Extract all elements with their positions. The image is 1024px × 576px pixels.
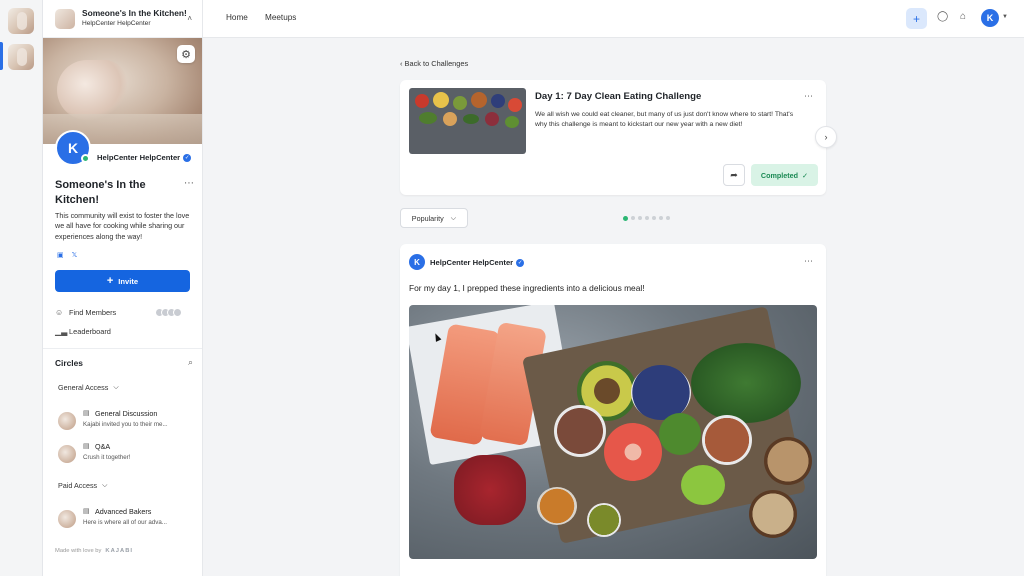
gear-icon[interactable]: ⚙ [177, 45, 195, 63]
more-icon[interactable]: ⋯ [804, 256, 814, 267]
back-to-challenges-link[interactable]: ‹ Back to Challenges [400, 59, 468, 68]
post-author[interactable]: HelpCenter HelpCenter [430, 258, 513, 267]
circles-title: Circles [55, 357, 83, 368]
community-switch-2[interactable] [8, 44, 34, 70]
verified-icon: ✓ [516, 259, 525, 267]
sort-dropdown[interactable]: Popularity ⌵ [400, 208, 468, 228]
search-icon[interactable]: ⌕ [188, 357, 193, 368]
member-avatars [155, 308, 182, 317]
more-icon[interactable]: ⋯ [184, 178, 195, 189]
completed-button[interactable]: Completed ✓ [751, 164, 818, 186]
share-icon[interactable]: ➦ [723, 164, 745, 186]
leaderboard-icon: ▁▃ [55, 327, 68, 336]
pager-dot[interactable] [638, 216, 642, 220]
circle-name: General Discussion [95, 409, 158, 418]
circle-item-general-discussion[interactable]: ▤ General Discussion Kajabi invited you … [58, 409, 198, 433]
leaderboard-link[interactable]: ▁▃ Leaderboard [55, 327, 111, 336]
user-menu-avatar[interactable]: K [981, 9, 999, 27]
pager-dot[interactable] [659, 216, 663, 220]
chat-icon[interactable]: ◯ [937, 11, 948, 22]
circle-thumbnail [58, 445, 76, 463]
nav-meetups[interactable]: Meetups [265, 13, 296, 22]
pager-dot[interactable] [666, 216, 670, 220]
chevron-right-icon[interactable]: › [815, 126, 837, 148]
circle-preview: Kajabi invited you to their me... [83, 421, 168, 428]
post-icon: ▤ [83, 443, 90, 450]
circle-thumbnail [58, 510, 76, 528]
active-indicator [0, 42, 3, 70]
community-thumbnail [55, 8, 75, 29]
chevron-left-icon: ‹ [400, 59, 403, 68]
invite-label: Invite [118, 276, 139, 286]
owner-row: K HelpCenter HelpCenter ✓ [55, 130, 192, 166]
completed-label: Completed [760, 170, 799, 180]
owner-name[interactable]: HelpCenter HelpCenter [97, 153, 180, 162]
back-label: Back to Challenges [404, 59, 469, 68]
sort-label: Popularity [411, 213, 444, 223]
pager-dot[interactable] [645, 216, 649, 220]
pager-dot[interactable] [623, 215, 628, 221]
user-icon: ☺ [55, 308, 64, 317]
community-title: Someone's In the Kitchen! [55, 179, 146, 206]
pager-dot[interactable] [631, 216, 635, 220]
verified-icon: ✓ [183, 153, 192, 162]
circle-preview: Crush it together! [83, 454, 131, 461]
pager-dot[interactable] [652, 216, 656, 220]
community-header-owner: HelpCenter HelpCenter [82, 20, 151, 28]
challenge-description: We all wish we could eat cleaner, but ma… [535, 111, 794, 129]
plus-icon: + [106, 275, 114, 287]
post-icon: ▤ [83, 410, 90, 417]
more-icon[interactable]: ⋯ [804, 91, 814, 102]
community-sidebar: Someone's In the Kitchen! HelpCenter Hel… [43, 0, 203, 576]
general-access-toggle[interactable]: General Access ⌵ [58, 383, 119, 392]
divider [43, 348, 202, 349]
twitter-icon[interactable]: 𝕏 [72, 251, 78, 259]
challenge-image [409, 88, 526, 154]
circle-item-advanced-bakers[interactable]: ▤ Advanced Bakers Here is where all of o… [58, 507, 198, 531]
instagram-icon[interactable]: ▣ [57, 251, 64, 259]
avatar[interactable]: K [55, 130, 91, 166]
access-group-label: General Access [58, 383, 109, 392]
chevron-down-icon: ⌵ [450, 213, 457, 222]
community-rail [0, 0, 43, 576]
chevron-up-icon[interactable]: ˄ [187, 14, 192, 23]
leaderboard-label: Leaderboard [69, 327, 111, 336]
post-icon: ▤ [83, 508, 90, 515]
top-navigation: Home Meetups + ◯ ⌂ K ▼ [203, 0, 1024, 38]
avatar[interactable]: K [409, 254, 425, 270]
made-with-label: Made with love by [55, 548, 102, 554]
made-with-footer[interactable]: Made with love by KAJABI [55, 548, 133, 554]
paid-access-toggle[interactable]: Paid Access ⌵ [58, 481, 107, 490]
chevron-down-icon[interactable]: ▼ [1002, 14, 1008, 20]
invite-button[interactable]: + Invite [55, 270, 190, 292]
circle-thumbnail [58, 412, 76, 430]
chevron-down-icon: ⌵ [113, 383, 119, 391]
nav-home[interactable]: Home [226, 13, 248, 22]
find-members-link[interactable]: ☺ Find Members [55, 308, 116, 317]
circle-preview: Here is where all of our adva... [83, 519, 167, 526]
challenge-title[interactable]: Day 1: 7 Day Clean Eating Challenge [535, 91, 701, 102]
bell-icon[interactable]: ⌂ [960, 11, 966, 22]
challenge-pager [623, 215, 670, 221]
access-group-label: Paid Access [58, 481, 98, 490]
circle-item-qa[interactable]: ▤ Q&A Crush it together! [58, 442, 198, 466]
check-icon: ✓ [802, 170, 809, 180]
create-plus-icon[interactable]: + [906, 8, 927, 29]
community-cover-image: ⚙ [43, 38, 202, 144]
community-description: This community will exist to foster the … [55, 211, 190, 241]
chevron-down-icon: ⌵ [102, 481, 108, 489]
find-members-label: Find Members [69, 308, 117, 317]
post-image[interactable] [409, 305, 817, 559]
community-switch-1[interactable] [8, 8, 34, 34]
challenge-card: Day 1: 7 Day Clean Eating Challenge ⋯ We… [400, 80, 826, 195]
circle-name: Advanced Bakers [95, 507, 152, 516]
post-card: K HelpCenter HelpCenter ✓ ⋯ For my day 1,… [400, 244, 826, 576]
kajabi-logo: KAJABI [105, 548, 133, 554]
community-header-title: Someone's In the Kitchen! [82, 8, 187, 19]
online-status-dot [81, 154, 90, 163]
circle-name: Q&A [95, 442, 111, 451]
post-text: For my day 1, I prepped these ingredient… [409, 283, 645, 293]
community-switcher[interactable]: Someone's In the Kitchen! HelpCenter Hel… [43, 0, 202, 38]
